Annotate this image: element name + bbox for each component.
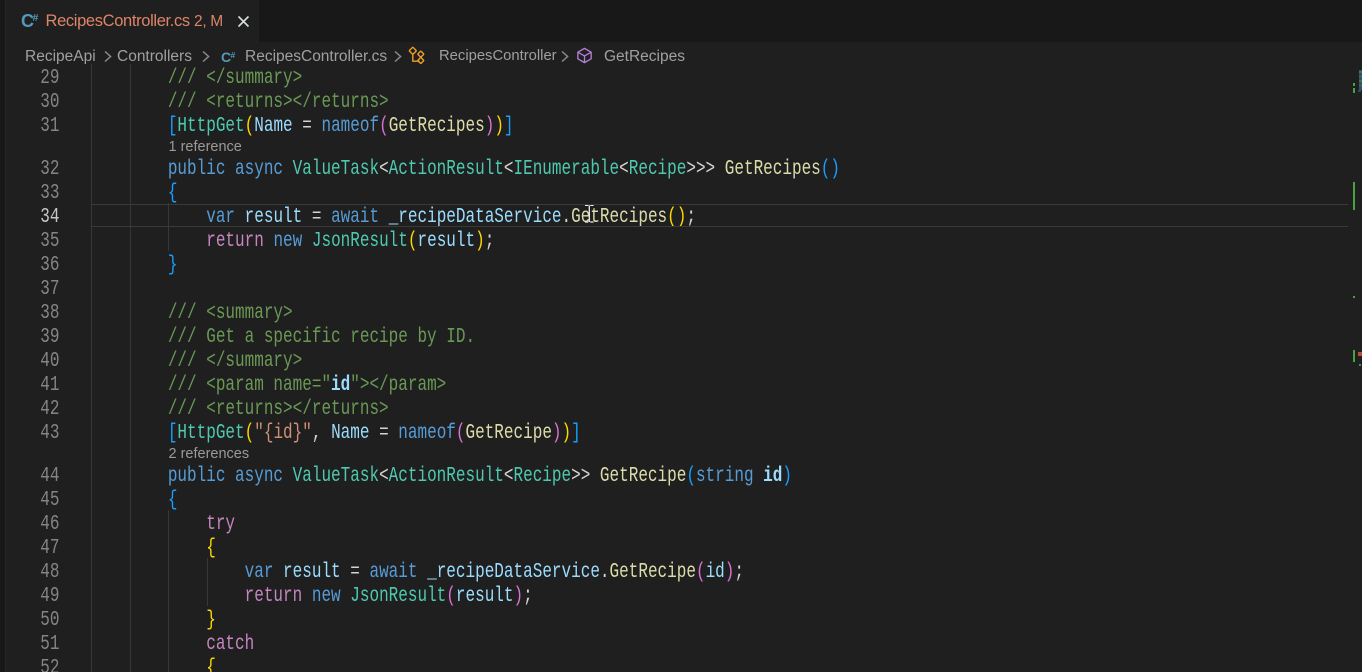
svg-text:#: # [33,12,39,24]
svg-text:#: # [231,50,236,60]
